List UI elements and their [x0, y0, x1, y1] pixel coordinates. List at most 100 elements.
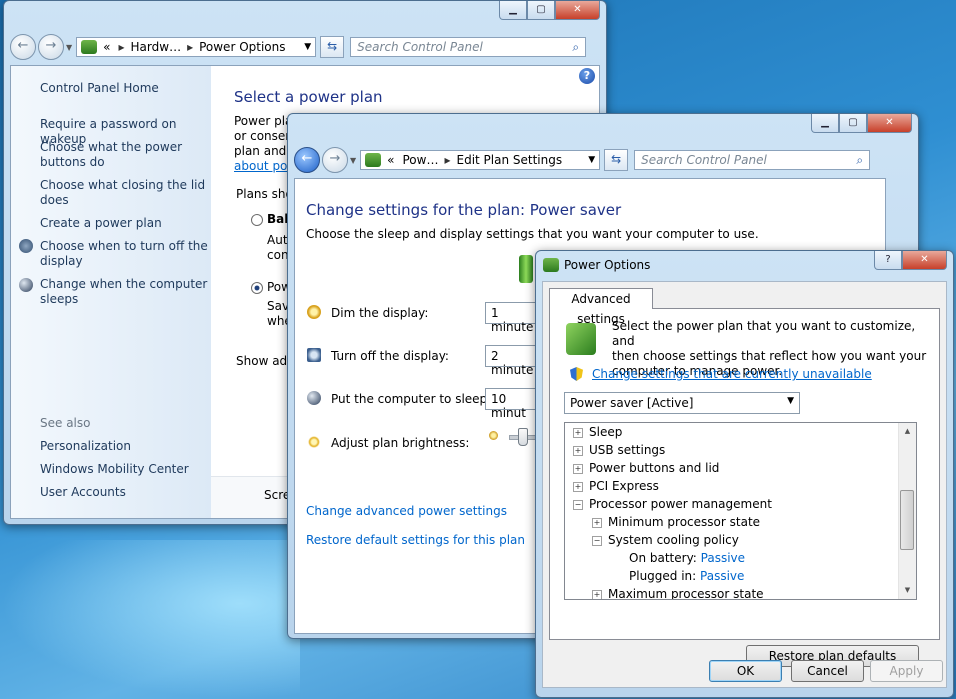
tree-item-max-processor[interactable]: + Maximum processor state [592, 587, 764, 600]
address-crumb-power[interactable]: Pow… [403, 153, 439, 167]
tree-item-label: Processor power management [589, 497, 772, 511]
change-unavailable-settings-link[interactable]: Change settings that are currently unava… [592, 367, 872, 381]
moon-icon [19, 278, 33, 292]
address-overflow[interactable]: « [387, 153, 394, 167]
tree-item-label: USB settings [589, 443, 666, 457]
caption-buttons: ▁ ▢ ✕ [499, 1, 600, 20]
dialog-body: Advanced settings Select the power plan … [542, 281, 947, 688]
tree-item-pci-express[interactable]: + PCI Express [573, 479, 659, 493]
refresh-button[interactable]: ⇆ [320, 36, 345, 58]
tree-item-on-battery[interactable]: On battery: Passive [629, 551, 745, 565]
collapse-icon[interactable]: − [573, 500, 583, 510]
computer-sleeps-link[interactable]: Change when the computer sleeps [40, 277, 208, 307]
minimize-button[interactable]: ▁ [499, 1, 527, 20]
search-box[interactable]: Search Control Panel ⌕ [634, 150, 871, 170]
navigation-bar: ← → ▼ « Pow… ▸ Edit Plan Settings ▼ ⇆ Se… [294, 147, 912, 173]
dim-sun-icon [489, 431, 498, 440]
search-icon[interactable]: ⌕ [856, 153, 863, 168]
close-button[interactable]: ✕ [555, 1, 600, 20]
maximize-button[interactable]: ▢ [839, 114, 867, 133]
balanced-radio[interactable] [251, 214, 263, 226]
monitor-icon [307, 348, 321, 362]
tree-item-cooling-policy[interactable]: − System cooling policy [592, 533, 739, 547]
power-buttons-link[interactable]: Choose what the power buttons do [40, 140, 208, 170]
forward-button[interactable]: → [322, 147, 348, 173]
scroll-up-icon[interactable]: ▲ [899, 423, 916, 440]
tree-scrollbar[interactable]: ▲ ▼ [898, 423, 916, 599]
see-also-heading: See also [40, 416, 91, 430]
settings-tree[interactable]: + Sleep + USB settings + Power buttons and … [564, 422, 917, 600]
refresh-button[interactable]: ⇆ [604, 149, 629, 171]
brightness-slider-thumb[interactable] [518, 428, 528, 446]
sleep-moon-icon [307, 391, 321, 405]
address-separator: ▸ [187, 40, 194, 54]
restore-defaults-link[interactable]: Restore default settings for this plan [306, 533, 525, 547]
search-box[interactable]: Search Control Panel ⌕ [350, 37, 587, 57]
closing-lid-link[interactable]: Choose what closing the lid does [40, 178, 208, 208]
plugged-in-value[interactable]: Passive [700, 569, 744, 583]
address-overflow[interactable]: « [103, 40, 110, 54]
address-dropdown-icon[interactable]: ▼ [588, 155, 595, 165]
back-button[interactable]: ← [294, 147, 320, 173]
on-battery-value[interactable]: Passive [701, 551, 745, 565]
scroll-thumb[interactable] [900, 490, 914, 550]
turn-off-display-link[interactable]: Choose when to turn off the display [40, 239, 208, 269]
tab-advanced-settings[interactable]: Advanced settings [549, 288, 653, 326]
personalization-link[interactable]: Personalization [40, 439, 208, 454]
show-additional-plans[interactable]: Show add [236, 354, 295, 368]
intro-line: then choose settings that reflect how yo… [612, 349, 927, 363]
tree-item-label: Maximum processor state [608, 587, 764, 600]
power-options-dialog[interactable]: Power Options ? ✕ Advanced settings Sele… [535, 250, 954, 698]
address-crumb-power-options[interactable]: Power Options [199, 40, 285, 54]
cancel-button[interactable]: Cancel [791, 660, 864, 682]
address-bar[interactable]: « Pow… ▸ Edit Plan Settings ▼ [360, 150, 601, 170]
forward-button[interactable]: → [38, 34, 64, 60]
expand-icon[interactable]: + [573, 482, 583, 492]
ok-button[interactable]: OK [709, 660, 782, 682]
close-button[interactable]: ✕ [902, 251, 947, 270]
tree-item-usb[interactable]: + USB settings [573, 443, 665, 457]
tree-item-min-processor[interactable]: + Minimum processor state [592, 515, 760, 529]
mobility-center-link[interactable]: Windows Mobility Center [40, 462, 208, 477]
power-saver-radio[interactable] [251, 282, 263, 294]
control-panel-icon [81, 40, 98, 54]
back-button[interactable]: ← [10, 34, 36, 60]
tree-item-processor[interactable]: − Processor power management [573, 497, 772, 511]
help-button[interactable]: ? [874, 251, 902, 270]
address-separator: ▸ [118, 40, 125, 54]
collapse-icon[interactable]: − [592, 536, 602, 546]
minimize-button[interactable]: ▁ [811, 114, 839, 133]
expand-icon[interactable]: + [592, 590, 602, 599]
create-plan-link[interactable]: Create a power plan [40, 216, 208, 231]
tree-item-plugged-in[interactable]: Plugged in: Passive [629, 569, 744, 583]
close-button[interactable]: ✕ [867, 114, 912, 133]
expand-icon[interactable]: + [573, 464, 583, 474]
recent-pages-dropdown-icon[interactable]: ▼ [66, 43, 72, 52]
change-advanced-settings-link[interactable]: Change advanced power settings [306, 504, 507, 518]
expand-icon[interactable]: + [573, 446, 583, 456]
help-icon[interactable]: ? [579, 68, 595, 84]
expand-icon[interactable]: + [592, 518, 602, 528]
maximize-button[interactable]: ▢ [527, 1, 555, 20]
brightness-sun-icon [307, 435, 321, 449]
sleep-label: Put the computer to sleep: [331, 392, 492, 406]
tree-item-power-buttons[interactable]: + Power buttons and lid [573, 461, 719, 475]
plan-select[interactable]: Power saver [Active] ▼ [564, 392, 800, 414]
scroll-down-icon[interactable]: ▼ [899, 582, 916, 599]
recent-pages-dropdown-icon[interactable]: ▼ [350, 156, 356, 165]
apply-button[interactable]: Apply [870, 660, 943, 682]
address-crumb-hardware[interactable]: Hardw… [131, 40, 182, 54]
control-panel-home-link[interactable]: Control Panel Home [40, 81, 208, 96]
search-placeholder: Search Control Panel [641, 153, 767, 167]
caption-buttons: ▁ ▢ ✕ [811, 114, 912, 133]
tree-item-sleep[interactable]: + Sleep [573, 425, 622, 439]
address-crumb-edit-plan[interactable]: Edit Plan Settings [457, 153, 563, 167]
tree-item-label: PCI Express [589, 479, 659, 493]
desktop-wallpaper-glow [0, 540, 300, 699]
address-bar[interactable]: « ▸ Hardw… ▸ Power Options ▼ [76, 37, 317, 57]
search-icon[interactable]: ⌕ [572, 40, 579, 55]
expand-icon[interactable]: + [573, 428, 583, 438]
user-accounts-link[interactable]: User Accounts [40, 485, 208, 500]
search-placeholder: Search Control Panel [357, 40, 483, 54]
address-dropdown-icon[interactable]: ▼ [304, 42, 311, 52]
